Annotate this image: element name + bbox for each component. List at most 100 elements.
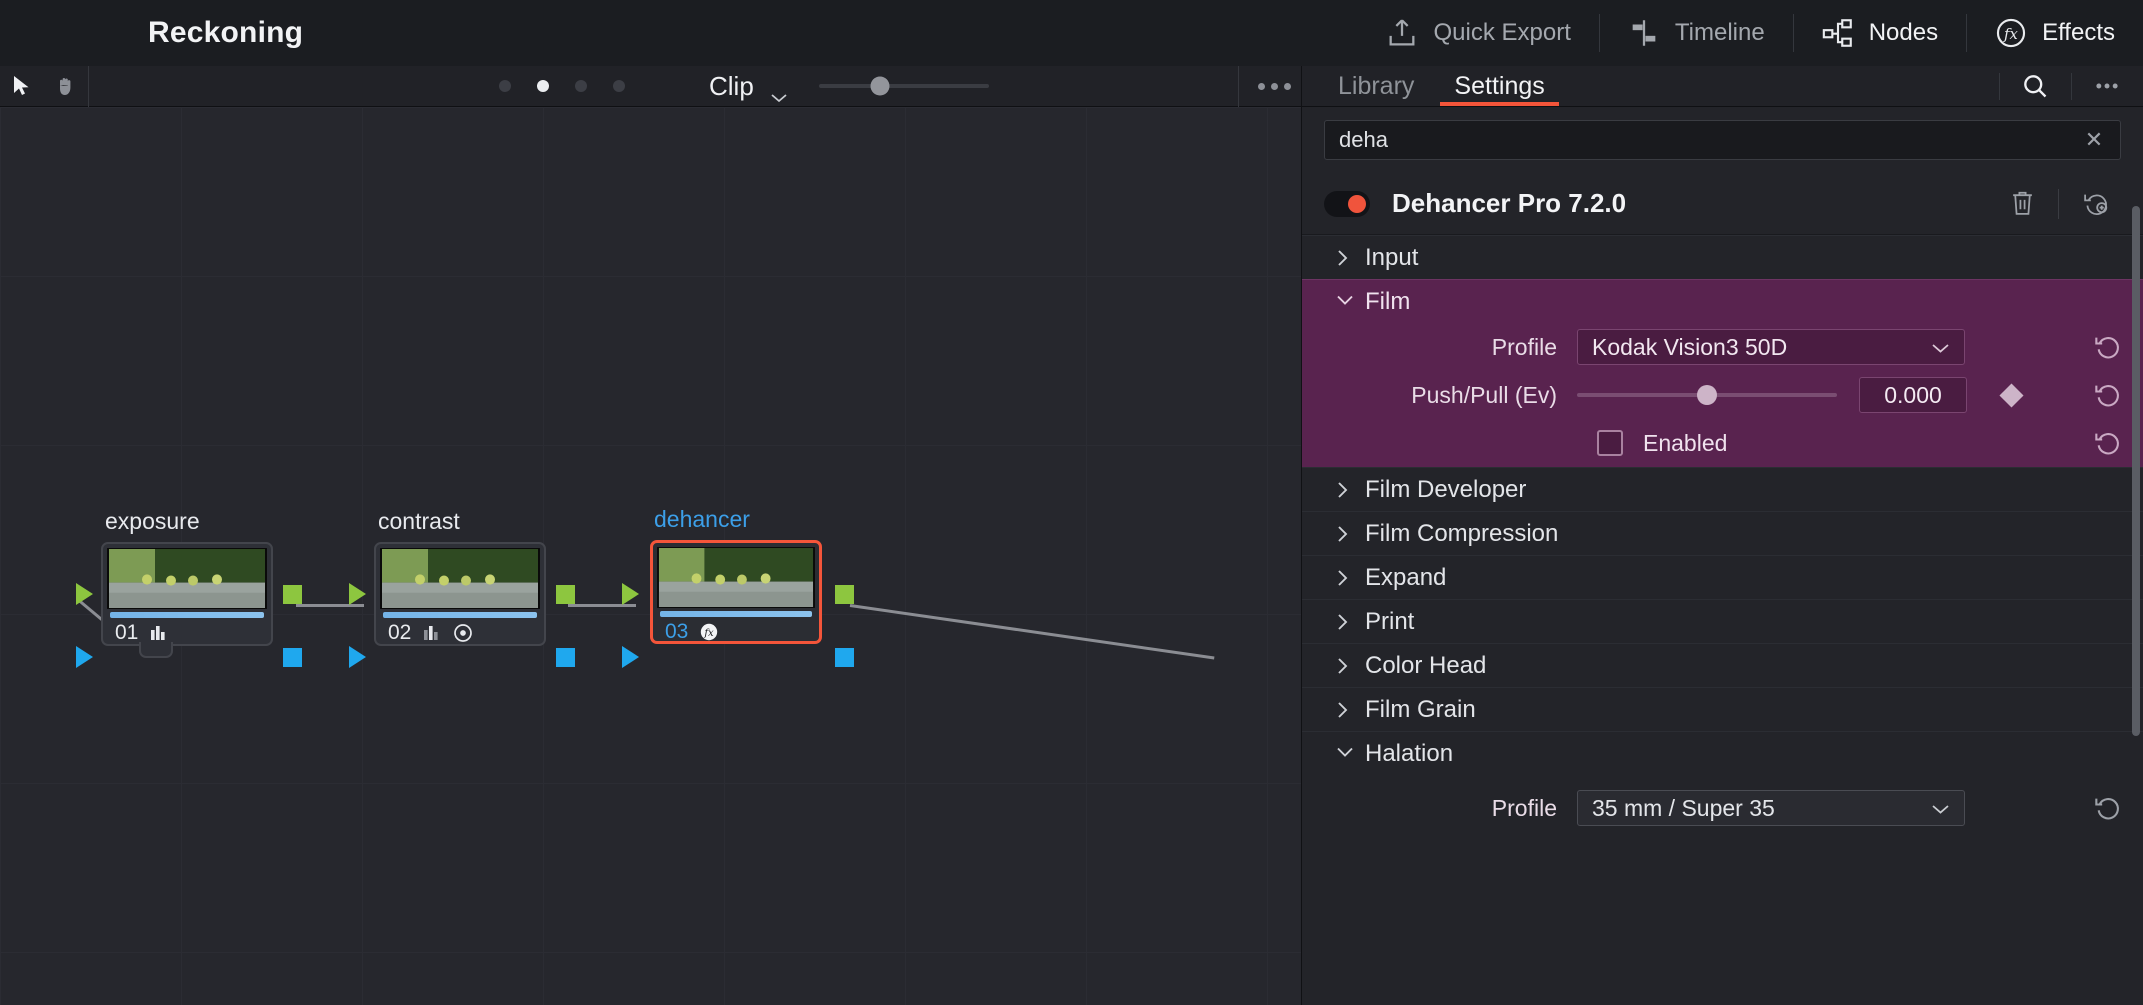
inspector-tabs: Library Settings [1302,66,2143,107]
page-dot[interactable] [575,80,587,92]
section-halation[interactable]: Halation [1302,731,2143,775]
node-input-port-key[interactable] [76,646,93,668]
keyframe-diamond-icon[interactable] [1999,382,2024,408]
zoom-slider[interactable] [819,66,989,107]
node-body[interactable]: 01 [101,542,273,646]
cursor-tool-button[interactable] [0,66,44,107]
node-number: 01 [115,621,139,644]
trash-icon [2010,190,2035,217]
node-footer: 01 [107,620,267,646]
reset-all-icon [2083,190,2108,217]
section-film[interactable]: Film [1302,279,2143,323]
nodes-button[interactable]: Nodes [1792,0,1966,66]
hand-tool-button[interactable] [44,66,88,107]
zoom-slider-knob[interactable] [870,76,890,96]
timeline-button[interactable]: Timeline [1598,0,1793,66]
fx-icon: fx [699,622,719,642]
quick-export-button[interactable]: Quick Export [1357,0,1598,66]
scope-dropdown[interactable]: Clip [709,71,788,103]
node-toolbar-more-button[interactable] [1239,66,1309,107]
film-profile-reset-button[interactable] [2091,330,2125,364]
node-graph-canvas[interactable]: exposure 01 contrast 02 dehancer 03 fx [0,107,1301,1005]
section-expand[interactable]: Expand [1302,555,2143,599]
search-button[interactable] [1999,66,2071,106]
film-profile-dropdown[interactable]: Kodak Vision3 50D [1577,329,1965,365]
node-input-port-key[interactable] [349,646,366,668]
settings-sections: Input Film Profile Kodak Vision3 50D Pus… [1302,235,2143,831]
section-color-head[interactable]: Color Head [1302,643,2143,687]
slider-knob[interactable] [1697,385,1717,405]
plugin-delete-button[interactable] [1996,190,2048,217]
svg-text:fx: fx [704,628,715,639]
page-dot[interactable] [613,80,625,92]
section-input[interactable]: Input [1302,235,2143,279]
node-input-port-key[interactable] [622,646,639,668]
section-film-developer[interactable]: Film Developer [1302,467,2143,511]
plugin-reset-button[interactable] [2069,190,2121,217]
chevron-down-icon [1336,745,1353,763]
node-thumbnail [107,548,267,609]
section-film-compression-label: Film Compression [1365,519,1559,547]
page-dots[interactable] [499,80,625,92]
section-film-grain[interactable]: Film Grain [1302,687,2143,731]
slider-track[interactable] [1577,385,1837,405]
film-pushpull-reset-button[interactable] [2091,378,2125,412]
film-enabled-checkbox[interactable] [1597,430,1623,456]
inspector-panel: Library Settings deha ✕ Dehancer Pro 7.2… [1301,66,2143,1005]
halation-profile-reset-button[interactable] [2091,791,2125,825]
node-output-port-rgb[interactable] [835,585,854,604]
page-dot-active[interactable] [537,80,549,92]
chevron-right-icon [1336,525,1349,543]
film-pushpull-control: 0.000 [1577,375,2091,415]
node-output-port-key[interactable] [283,648,302,667]
node-03-dehancer[interactable]: dehancer 03 fx [622,506,854,668]
hand-pan-icon [54,74,78,98]
nodes-icon [1821,16,1855,50]
close-icon[interactable]: ✕ [2082,127,2106,152]
effects-fx-icon: fx [1994,16,2028,50]
film-pushpull-row: Push/Pull (Ev) 0.000 [1302,371,2143,419]
node-input-port-rgb[interactable] [622,583,639,605]
film-pushpull-value[interactable]: 0.000 [1859,377,1967,413]
inspector-more-button[interactable] [2071,66,2143,106]
node-number: 03 [665,620,689,643]
film-profile-label: Profile [1491,333,1557,360]
node-thumbnail [657,547,815,608]
node-output-port-rgb[interactable] [556,585,575,604]
film-profile-control: Kodak Vision3 50D [1577,329,2091,365]
inspector-scrollbar[interactable] [2132,206,2140,736]
page-dot[interactable] [499,80,511,92]
chevron-right-icon [1336,613,1349,631]
halation-profile-dropdown[interactable]: 35 mm / Super 35 [1577,790,1965,826]
plugin-enable-toggle[interactable] [1324,190,1370,217]
node-label: exposure [105,508,200,534]
node-01-exposure[interactable]: exposure 01 [76,508,302,668]
node-expand-tab[interactable] [139,642,173,658]
node-output-port-key[interactable] [556,648,575,667]
node-output-port-key[interactable] [835,648,854,667]
film-profile-value: Kodak Vision3 50D [1592,333,1788,360]
section-print[interactable]: Print [1302,599,2143,643]
search-bar: deha ✕ [1302,107,2143,173]
tab-library[interactable]: Library [1318,66,1434,106]
timeline-icon [1627,16,1661,50]
node-body[interactable]: 03 fx [650,540,822,644]
node-input-port-rgb[interactable] [76,583,93,605]
zoom-slider-track[interactable] [819,76,989,96]
film-enabled-reset-button[interactable] [2091,426,2125,460]
node-body[interactable]: 02 [374,542,546,646]
svg-text:fx: fx [2003,25,2018,43]
node-output-port-rgb[interactable] [283,585,302,604]
tab-library-label: Library [1338,71,1415,100]
search-input[interactable]: deha ✕ [1324,120,2121,160]
reset-icon [2094,429,2122,457]
tab-settings[interactable]: Settings [1434,66,1564,106]
node-wire [849,604,1215,660]
effects-button[interactable]: fx Effects [1966,0,2143,66]
node-02-contrast[interactable]: contrast 02 [349,508,575,668]
film-profile-row: Profile Kodak Vision3 50D [1302,323,2143,371]
node-number: 02 [388,621,412,644]
section-film-compression[interactable]: Film Compression [1302,511,2143,555]
node-input-port-rgb[interactable] [349,583,366,605]
film-pushpull-slider[interactable] [1577,375,1837,415]
